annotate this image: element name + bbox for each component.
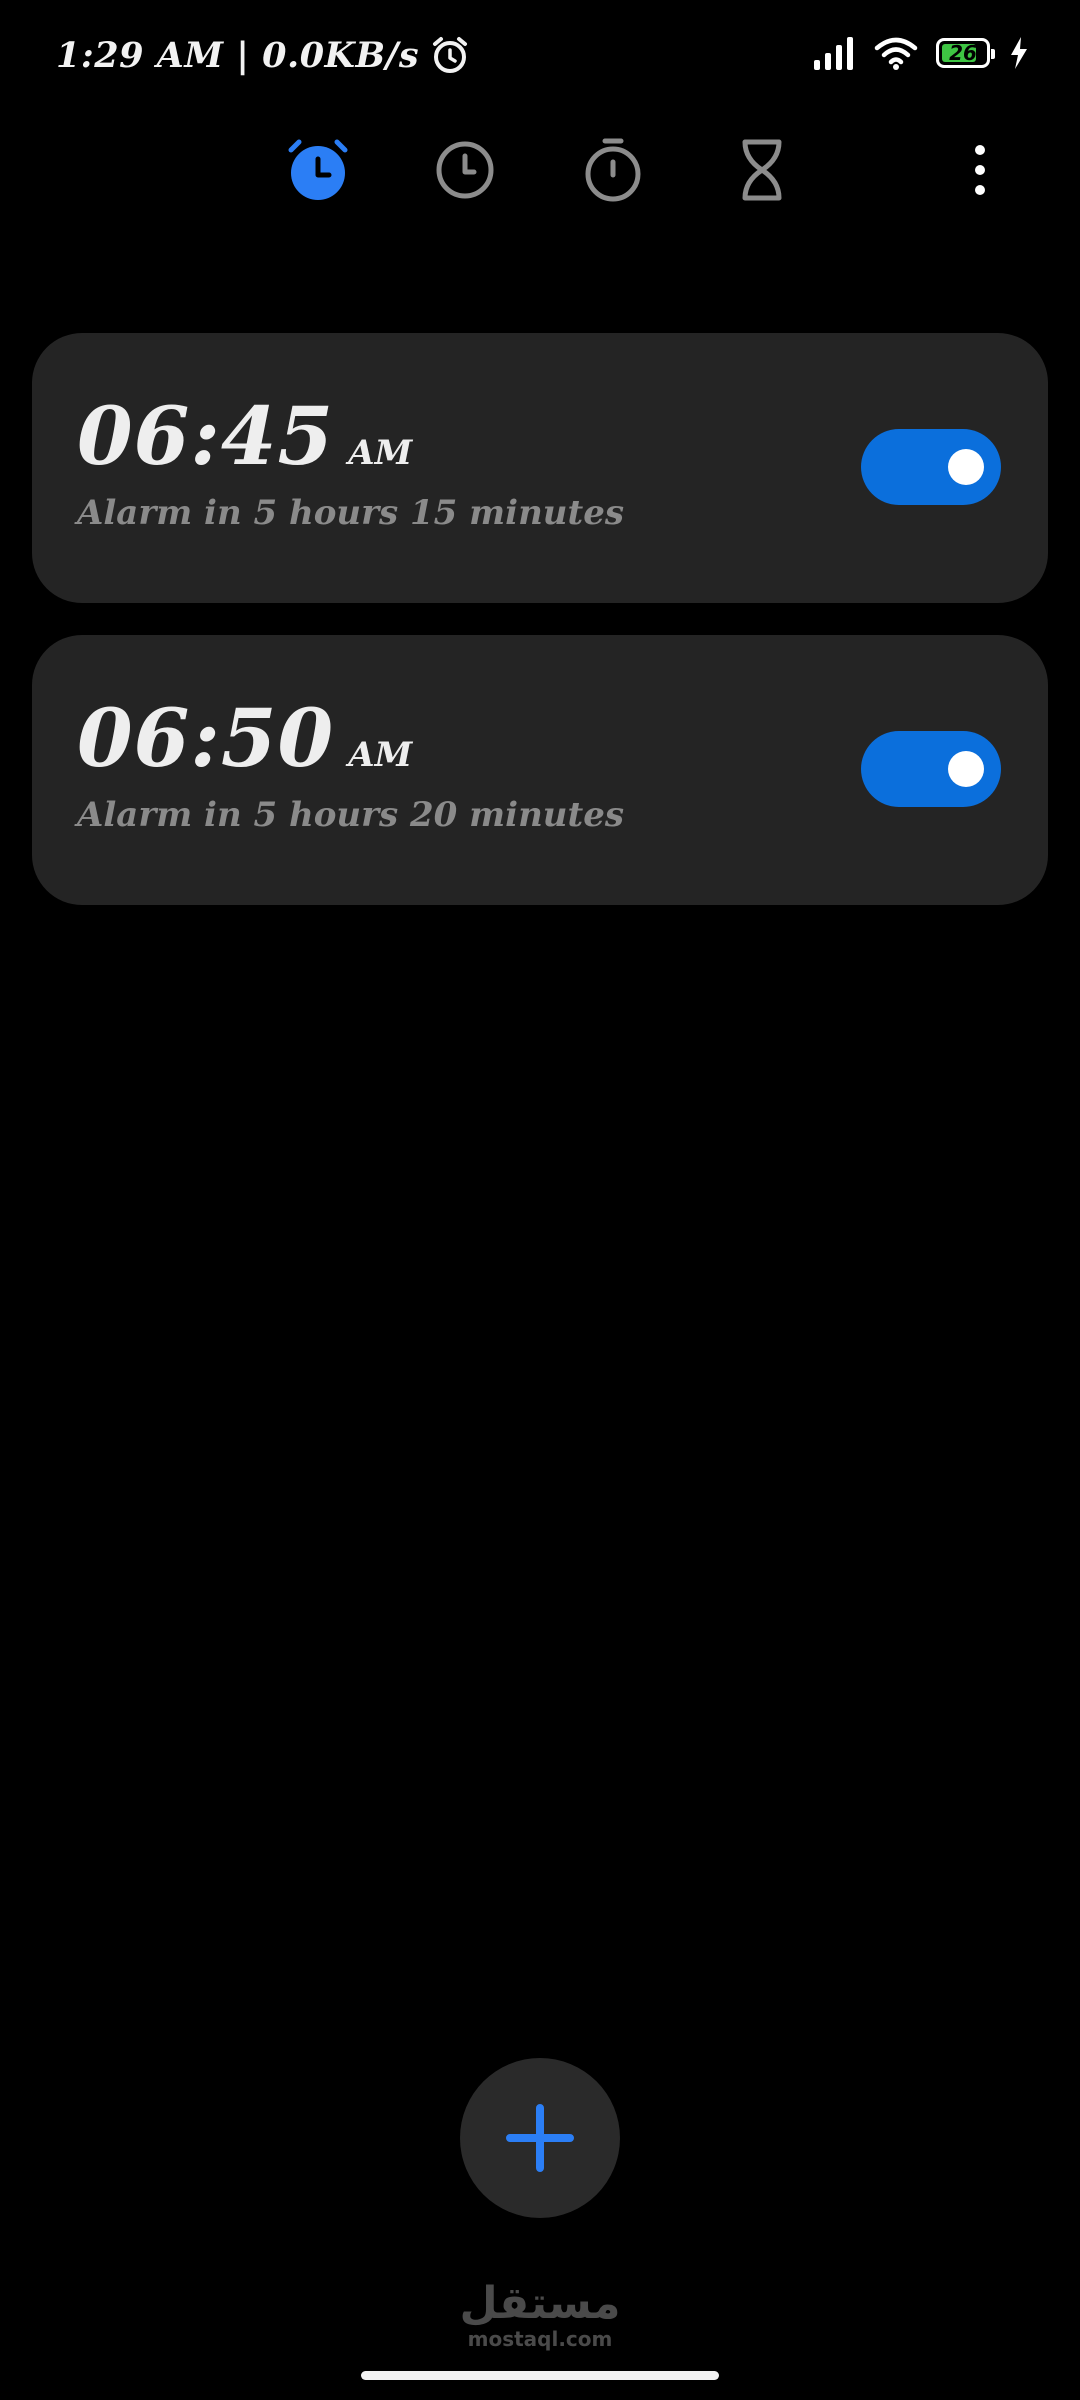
status-bar: 1:29 AM | 0.0KB/s 26 [0,0,1080,120]
tab-stopwatch[interactable] [573,130,653,210]
alarm-time-row: 06:50 AM [77,691,412,785]
alarm-ampm: AM [348,735,413,775]
clock-icon [436,141,494,199]
tab-clock[interactable] [425,130,505,210]
alarm-card[interactable]: 06:45 AM Alarm in 5 hours 15 minutes [32,333,1048,603]
plus-icon [506,2104,574,2172]
status-time-speed: 1:29 AM | 0.0KB/s [56,34,420,76]
more-options-button[interactable] [958,140,1002,200]
tab-timer[interactable] [722,130,802,210]
add-alarm-button[interactable] [460,2058,620,2218]
toggle-knob [948,449,984,485]
home-indicator[interactable] [361,2371,719,2380]
alarm-ampm: AM [348,433,413,473]
watermark-latin: mostaql.com [467,2327,613,2351]
battery-level: 26 [949,41,977,65]
watermark-logo: مستقل mostaql.com [390,2278,690,2351]
hourglass-icon [742,139,782,201]
signal-icon [814,37,853,70]
alarm-toggle[interactable] [861,731,1001,807]
alarm-card[interactable]: 06:50 AM Alarm in 5 hours 20 minutes [32,635,1048,905]
watermark-arabic: مستقل [459,2278,621,2329]
alarm-icon [433,37,468,73]
stopwatch-icon [585,138,641,202]
battery-icon: 26 [936,38,995,68]
alarm-countdown: Alarm in 5 hours 20 minutes [77,795,624,835]
alarm-time: 06:45 [77,389,335,483]
alarm-toggle[interactable] [861,429,1001,505]
status-icons: 26 [812,36,1030,70]
more-vertical-icon [975,145,985,195]
tab-alarm[interactable] [278,130,358,210]
toggle-knob [948,751,984,787]
alarm-countdown: Alarm in 5 hours 15 minutes [77,493,624,533]
alarm-list: 06:45 AM Alarm in 5 hours 15 minutes 06:… [32,333,1048,937]
alarm-time: 06:50 [77,691,335,785]
alarm-time-row: 06:45 AM [77,389,412,483]
charging-icon [1011,37,1027,69]
wifi-icon [874,37,918,70]
alarm-icon [288,139,348,200]
tab-bar [0,120,1080,220]
status-time-speed-group: 1:29 AM | 0.0KB/s [56,34,471,76]
